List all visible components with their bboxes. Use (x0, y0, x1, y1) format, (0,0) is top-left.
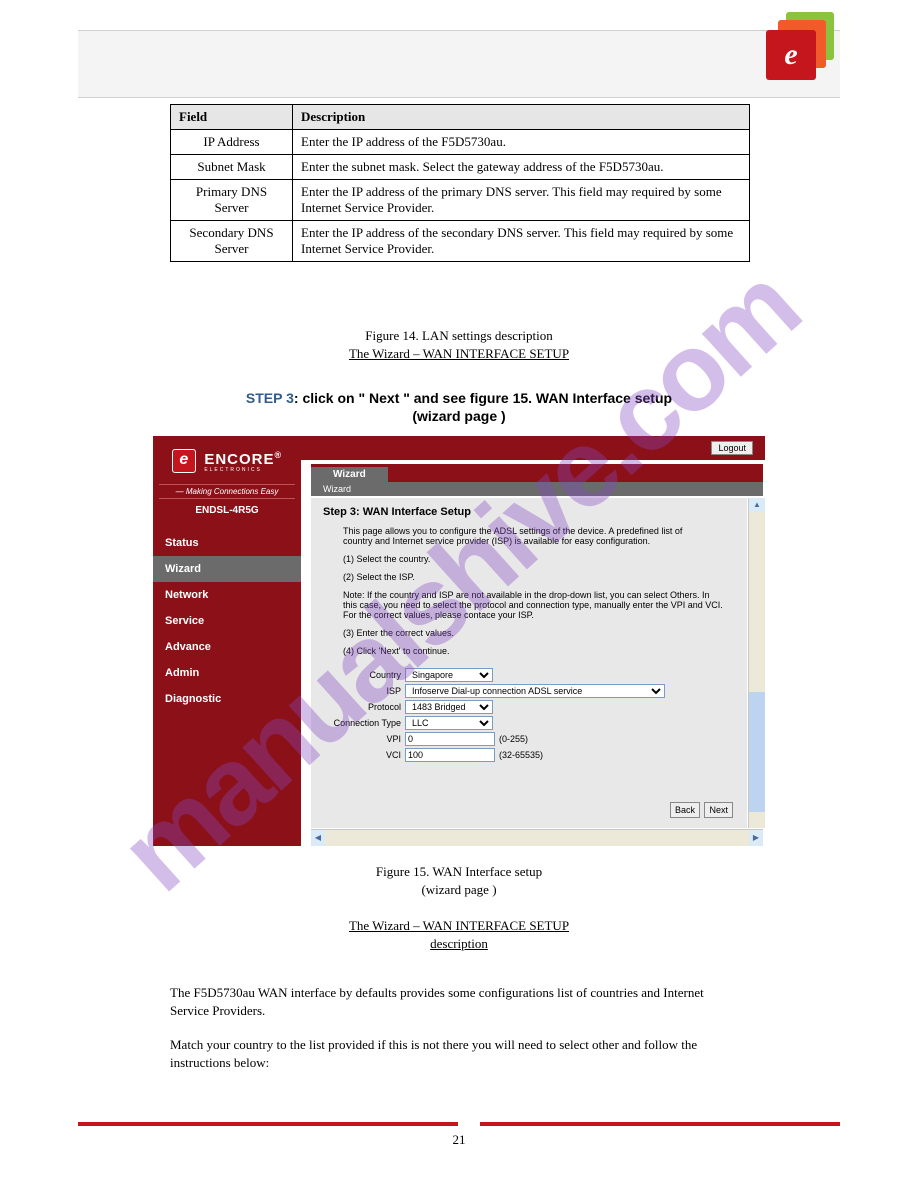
router-subtab[interactable]: Wizard (311, 482, 763, 496)
router-content: Step 3: WAN Interface Setup This page al… (311, 498, 747, 828)
content-intro: This page allows you to configure the AD… (343, 526, 713, 546)
formrow-vci: VCI (32-65535) (323, 748, 735, 762)
encore-wordmark: ENCORE® ELECTRONICS (204, 448, 282, 474)
content-note: Note: If the country and ISP are not ava… (343, 590, 723, 620)
router-tabbar: Wizard (311, 464, 763, 482)
scroll-thumb[interactable] (749, 692, 765, 812)
table-cell-desc: Enter the subnet mask. Select the gatewa… (293, 155, 750, 180)
label-country: Country (323, 670, 401, 680)
vci-hint: (32-65535) (499, 750, 543, 760)
header-banner (78, 30, 840, 98)
logout-button[interactable]: Logout (711, 441, 753, 455)
table-cell-field: IP Address (171, 130, 293, 155)
sidebar-item-wizard[interactable]: Wizard (153, 556, 301, 582)
logo-layer-red: e (766, 30, 816, 80)
step-instruction-sub: (wizard page ) (0, 408, 918, 424)
protocol-select[interactable]: 1483 Bridged (405, 700, 493, 714)
content-step-1: (1) Select the country. (343, 554, 735, 564)
router-sidebar: e ENCORE® ELECTRONICS — Making Connectio… (153, 436, 301, 846)
label-protocol: Protocol (323, 702, 401, 712)
vci-input[interactable] (405, 748, 495, 762)
formrow-isp: ISP Infoserve Dial-up connection ADSL se… (323, 684, 735, 698)
formrow-conn: Connection Type LLC (323, 716, 735, 730)
formrow-country: Country Singapore (323, 668, 735, 682)
content-heading: Step 3: WAN Interface Setup (323, 506, 735, 518)
scroll-right-arrow-icon[interactable]: ▶ (749, 830, 763, 846)
section-title-wan-desc: The Wizard – WAN INTERFACE SETUP (0, 918, 918, 934)
table-row: Secondary DNS Server Enter the IP addres… (171, 221, 750, 262)
formrow-vpi: VPI (0-255) (323, 732, 735, 746)
router-tagline: — Making Connections Easy (159, 484, 295, 499)
horizontal-scrollbar[interactable]: ◀ ▶ (311, 829, 763, 846)
sidebar-item-service[interactable]: Service (153, 608, 301, 634)
sidebar-item-status[interactable]: Status (153, 530, 301, 556)
section-title-wan-desc-2: description (0, 936, 918, 952)
footer-divider-right (480, 1122, 840, 1126)
figure-caption-15b: (wizard page ) (0, 882, 918, 898)
section-title-wan: The Wizard – WAN INTERFACE SETUP (0, 346, 918, 362)
vpi-hint: (0-255) (499, 734, 528, 744)
formrow-protocol: Protocol 1483 Bridged (323, 700, 735, 714)
content-step-4: (4) Click 'Next' to continue. (343, 646, 735, 656)
table-header-desc: Description (293, 105, 750, 130)
content-step-3: (3) Enter the correct values. (343, 628, 735, 638)
router-model: ENDSL-4R5G (153, 505, 301, 516)
lan-settings-table: Field Description IP Address Enter the I… (170, 104, 750, 262)
scroll-left-arrow-icon[interactable]: ◀ (311, 830, 325, 846)
table-cell-field: Subnet Mask (171, 155, 293, 180)
brand-logo: e (758, 12, 834, 88)
encore-logo-icon: e (172, 449, 196, 473)
conn-type-select[interactable]: LLC (405, 716, 493, 730)
sidebar-item-admin[interactable]: Admin (153, 660, 301, 686)
body-paragraph-2: Match your country to the list provided … (170, 1036, 730, 1072)
table-cell-field: Primary DNS Server (171, 180, 293, 221)
nav-buttons: Back Next (668, 802, 733, 818)
body-paragraph-1: The F5D5730au WAN interface by defaults … (170, 984, 730, 1020)
step-instruction: STEP 3: click on " Next " and see figure… (0, 390, 918, 406)
vertical-scrollbar[interactable]: ▲ (748, 498, 765, 828)
table-cell-desc: Enter the IP address of the primary DNS … (293, 180, 750, 221)
router-brand: e ENCORE® ELECTRONICS (153, 436, 301, 482)
figure-caption-15: Figure 15. WAN Interface setup (0, 864, 918, 880)
footer-divider-left (78, 1122, 458, 1126)
table-row: IP Address Enter the IP address of the F… (171, 130, 750, 155)
table-row: Subnet Mask Enter the subnet mask. Selec… (171, 155, 750, 180)
table-row: Primary DNS Server Enter the IP address … (171, 180, 750, 221)
isp-select[interactable]: Infoserve Dial-up connection ADSL servic… (405, 684, 665, 698)
label-isp: ISP (323, 686, 401, 696)
country-select[interactable]: Singapore (405, 668, 493, 682)
scroll-up-arrow-icon[interactable]: ▲ (749, 498, 765, 512)
back-button[interactable]: Back (670, 802, 700, 818)
next-button[interactable]: Next (704, 802, 733, 818)
sidebar-item-diagnostic[interactable]: Diagnostic (153, 686, 301, 712)
table-cell-desc: Enter the IP address of the secondary DN… (293, 221, 750, 262)
router-topbar: Logout (301, 436, 765, 460)
table-cell-desc: Enter the IP address of the F5D5730au. (293, 130, 750, 155)
label-conn: Connection Type (323, 718, 401, 728)
table-cell-field: Secondary DNS Server (171, 221, 293, 262)
vpi-input[interactable] (405, 732, 495, 746)
sidebar-item-network[interactable]: Network (153, 582, 301, 608)
sidebar-item-advance[interactable]: Advance (153, 634, 301, 660)
label-vpi: VPI (323, 734, 401, 744)
label-vci: VCI (323, 750, 401, 760)
figure-caption-14: Figure 14. LAN settings description (0, 328, 918, 344)
page-number: 21 (0, 1132, 918, 1148)
router-ui-screenshot: e ENCORE® ELECTRONICS — Making Connectio… (153, 436, 765, 846)
content-step-2: (2) Select the ISP. (343, 572, 735, 582)
tab-wizard[interactable]: Wizard (311, 467, 389, 482)
table-header-field: Field (171, 105, 293, 130)
